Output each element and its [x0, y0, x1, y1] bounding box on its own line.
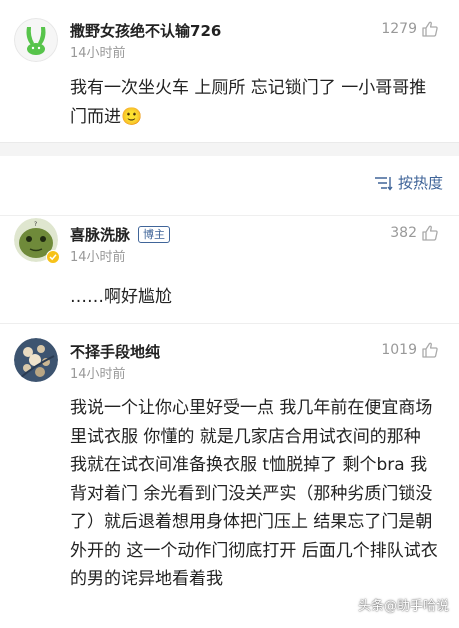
- comment-text: 我说一个让你心里好受一点 我几年前在便宜商场里试衣服 你懂的 就是几家店合用试衣…: [70, 398, 438, 589]
- comment-text: ……啊好尴尬: [70, 287, 172, 307]
- comment-item: 撒野女孩绝不认输726 14小时前 1279 我有一次坐火车 上厕所 忘记锁门了…: [0, 0, 459, 142]
- like-button[interactable]: 1019: [381, 341, 439, 359]
- like-count: 382: [390, 225, 417, 241]
- sort-bar: 按热度: [0, 156, 459, 216]
- sort-lines-icon: [374, 176, 393, 191]
- author-badge: 博主: [138, 226, 171, 243]
- username[interactable]: 撒野女孩绝不认输726: [70, 20, 221, 41]
- like-button[interactable]: 382: [390, 224, 439, 242]
- like-count: 1279: [381, 21, 417, 37]
- svg-text:?: ?: [34, 221, 37, 228]
- comment-text: 我有一次坐火车 上厕所 忘记锁门了 一小哥哥推门而进🙂: [70, 78, 427, 127]
- bunny-avatar-icon: [14, 18, 58, 62]
- thumbs-up-icon: [422, 21, 438, 37]
- sort-label: 按热度: [397, 174, 443, 192]
- thumbs-up-icon: [422, 225, 438, 241]
- avatar[interactable]: [14, 18, 58, 62]
- row-divider: [0, 323, 459, 324]
- username-text: 喜脉洗脉: [70, 226, 131, 244]
- sort-button[interactable]: 按热度: [373, 172, 443, 193]
- timestamp: 14小时前: [70, 250, 126, 265]
- avatar[interactable]: [14, 338, 58, 382]
- flower-photo-avatar-icon: [14, 338, 58, 382]
- username[interactable]: 喜脉洗脉 博主: [70, 224, 171, 245]
- like-button[interactable]: 1279: [381, 20, 439, 38]
- timestamp: 14小时前: [70, 367, 126, 382]
- watermark: 头条@助手哈说: [357, 599, 449, 614]
- verified-badge-icon: [46, 250, 60, 264]
- like-count: 1019: [381, 342, 417, 358]
- thumbs-up-icon: [422, 342, 438, 358]
- username[interactable]: 不择手段地纯: [70, 341, 160, 362]
- timestamp: 14小时前: [70, 46, 126, 61]
- section-divider: [0, 142, 459, 156]
